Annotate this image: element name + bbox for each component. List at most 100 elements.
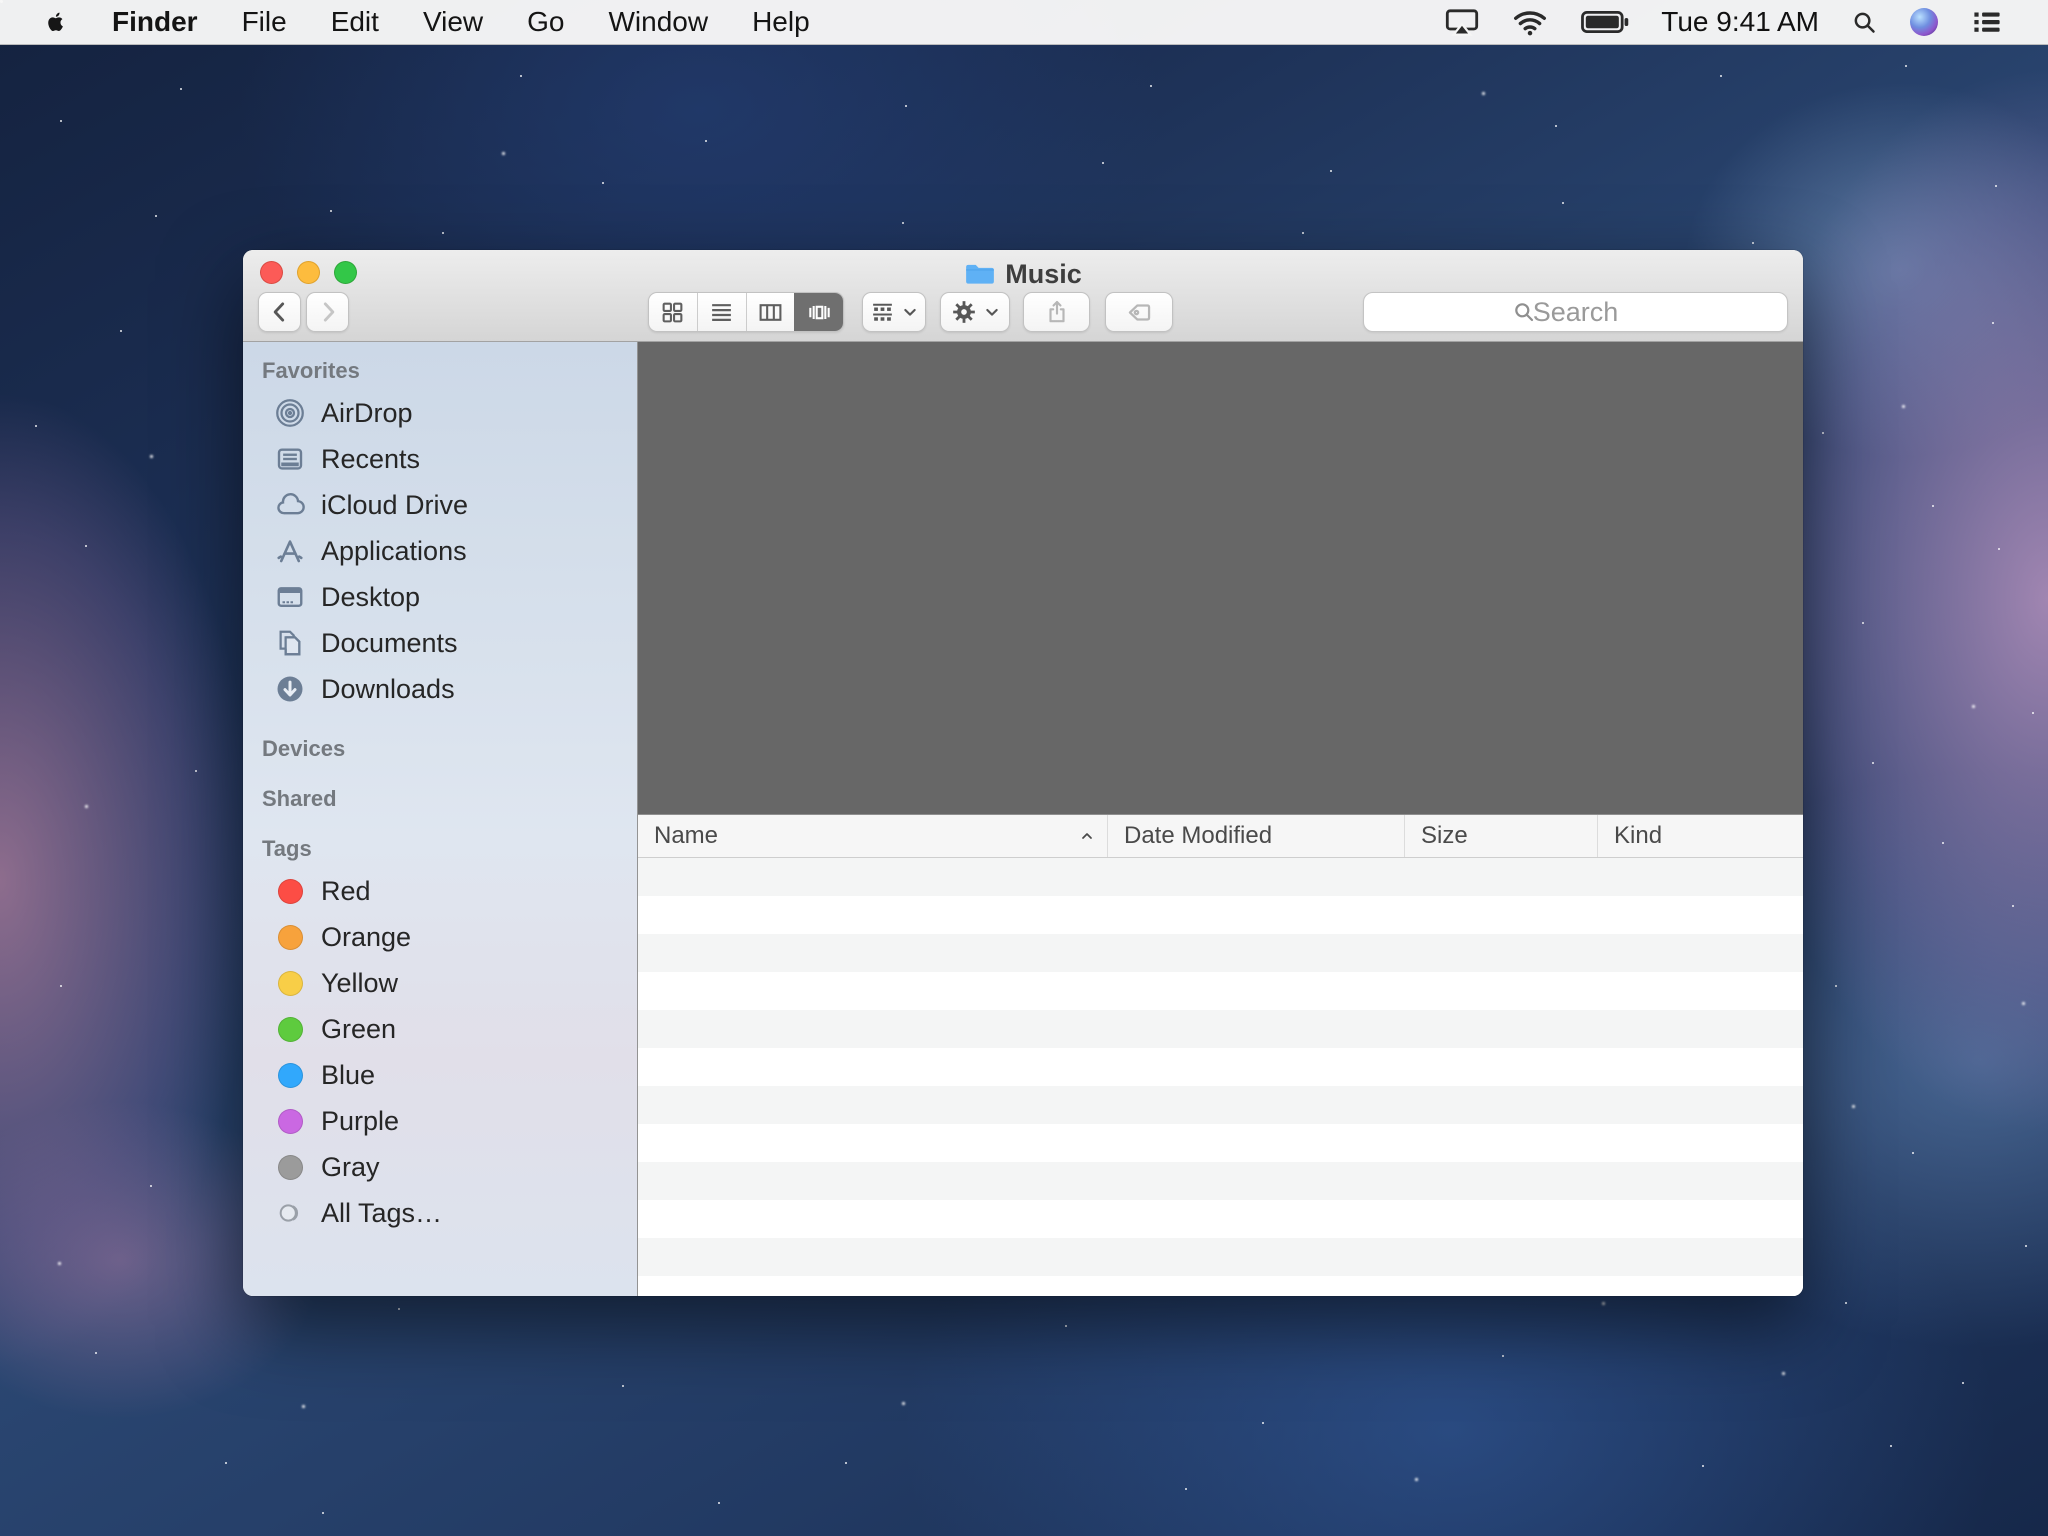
share-icon bbox=[1044, 299, 1070, 325]
menu-file[interactable]: File bbox=[242, 6, 287, 38]
airplay-icon[interactable] bbox=[1445, 8, 1479, 36]
window-titlebar: Music bbox=[243, 250, 1803, 342]
notification-center-icon[interactable] bbox=[1970, 8, 2004, 36]
column-view-button[interactable] bbox=[746, 293, 795, 331]
sidebar-section-shared: Shared bbox=[262, 786, 637, 812]
sidebar-section-favorites: Favorites bbox=[262, 358, 637, 384]
folder-icon bbox=[964, 261, 996, 287]
sidebar-item-label: Documents bbox=[321, 628, 458, 659]
menu-help[interactable]: Help bbox=[752, 6, 810, 38]
coverflow-preview-area bbox=[638, 342, 1803, 815]
list-column-headers: Name Date Modified Size Kind bbox=[638, 815, 1803, 858]
sidebar-item-desktop[interactable]: Desktop bbox=[243, 574, 637, 620]
sidebar-tag-red[interactable]: Red bbox=[243, 868, 637, 914]
wifi-icon[interactable] bbox=[1511, 7, 1549, 37]
spotlight-icon[interactable] bbox=[1851, 9, 1878, 36]
column-view-icon bbox=[758, 300, 783, 325]
arrange-icon bbox=[870, 300, 895, 325]
all-tags-icon bbox=[275, 1198, 305, 1228]
file-list-empty-area[interactable] bbox=[638, 858, 1803, 1296]
sidebar-item-label: Purple bbox=[321, 1106, 399, 1137]
sidebar-tag-blue[interactable]: Blue bbox=[243, 1052, 637, 1098]
apple-menu-icon[interactable] bbox=[42, 9, 68, 35]
finder-main-pane: Name Date Modified Size Kind bbox=[638, 342, 1803, 1296]
sidebar-item-applications[interactable]: Applications bbox=[243, 528, 637, 574]
red-tag-dot bbox=[278, 879, 303, 904]
yellow-tag-dot bbox=[278, 971, 303, 996]
sidebar-item-label: AirDrop bbox=[321, 398, 413, 429]
column-label: Date Modified bbox=[1124, 822, 1272, 850]
downloads-icon bbox=[275, 674, 305, 704]
view-mode-segmented-control bbox=[648, 292, 844, 332]
sidebar-tag-orange[interactable]: Orange bbox=[243, 914, 637, 960]
search-field-wrap bbox=[1363, 292, 1788, 332]
column-label: Name bbox=[654, 822, 718, 850]
sidebar-item-label: iCloud Drive bbox=[321, 490, 468, 521]
sidebar-tag-green[interactable]: Green bbox=[243, 1006, 637, 1052]
orange-tag-dot bbox=[278, 925, 303, 950]
sidebar-section-devices: Devices bbox=[262, 736, 637, 762]
column-label: Kind bbox=[1614, 822, 1662, 850]
documents-icon bbox=[275, 628, 305, 658]
blue-tag-dot bbox=[278, 1063, 303, 1088]
sidebar-item-label: Applications bbox=[321, 536, 467, 567]
list-view-icon bbox=[709, 300, 734, 325]
siri-icon[interactable] bbox=[1910, 8, 1938, 36]
back-button[interactable] bbox=[258, 292, 301, 332]
column-header-name[interactable]: Name bbox=[638, 815, 1108, 857]
menu-edit[interactable]: Edit bbox=[331, 6, 379, 38]
tag-button[interactable] bbox=[1105, 292, 1173, 332]
sidebar-tag-gray[interactable]: Gray bbox=[243, 1144, 637, 1190]
coverflow-view-icon bbox=[807, 300, 832, 325]
sidebar-item-label: Desktop bbox=[321, 582, 420, 613]
menu-bar: Finder File Edit View Go Window Help Tue… bbox=[0, 0, 2048, 45]
window-title-group: Music bbox=[243, 258, 1803, 290]
icon-view-icon bbox=[660, 300, 685, 325]
tag-icon bbox=[1126, 299, 1153, 326]
sidebar-item-downloads[interactable]: Downloads bbox=[243, 666, 637, 712]
sidebar-section-tags: Tags bbox=[262, 836, 637, 862]
coverflow-view-button[interactable] bbox=[794, 293, 843, 331]
search-input[interactable] bbox=[1363, 292, 1788, 332]
sidebar-item-icloud-drive[interactable]: iCloud Drive bbox=[243, 482, 637, 528]
gear-icon bbox=[951, 299, 977, 325]
menu-finder[interactable]: Finder bbox=[112, 6, 198, 38]
action-button[interactable] bbox=[940, 292, 1010, 332]
menu-go[interactable]: Go bbox=[527, 6, 564, 38]
list-view-button[interactable] bbox=[697, 293, 746, 331]
forward-button[interactable] bbox=[306, 292, 349, 332]
green-tag-dot bbox=[278, 1017, 303, 1042]
chevron-down-icon bbox=[902, 304, 918, 320]
share-button[interactable] bbox=[1023, 292, 1090, 332]
sidebar-item-label: All Tags… bbox=[321, 1198, 442, 1229]
sidebar-item-airdrop[interactable]: AirDrop bbox=[243, 390, 637, 436]
airdrop-icon bbox=[275, 398, 305, 428]
column-label: Size bbox=[1421, 822, 1468, 850]
finder-sidebar: Favorites AirDrop Recents iCloud Drive bbox=[243, 342, 638, 1296]
battery-icon[interactable] bbox=[1581, 10, 1629, 34]
sidebar-tag-purple[interactable]: Purple bbox=[243, 1098, 637, 1144]
desktop-icon bbox=[275, 582, 305, 612]
column-header-date-modified[interactable]: Date Modified bbox=[1108, 815, 1405, 857]
column-header-size[interactable]: Size bbox=[1405, 815, 1598, 857]
sidebar-item-all-tags[interactable]: All Tags… bbox=[243, 1190, 637, 1236]
sidebar-item-recents[interactable]: Recents bbox=[243, 436, 637, 482]
sidebar-tag-yellow[interactable]: Yellow bbox=[243, 960, 637, 1006]
window-title: Music bbox=[1005, 259, 1082, 290]
sidebar-item-label: Gray bbox=[321, 1152, 380, 1183]
sidebar-item-documents[interactable]: Documents bbox=[243, 620, 637, 666]
applications-icon bbox=[275, 536, 305, 566]
menu-view[interactable]: View bbox=[423, 6, 483, 38]
window-content: Favorites AirDrop Recents iCloud Drive bbox=[243, 342, 1803, 1296]
menu-window[interactable]: Window bbox=[608, 6, 708, 38]
arrange-button[interactable] bbox=[862, 292, 926, 332]
sidebar-item-label: Downloads bbox=[321, 674, 455, 705]
sidebar-item-label: Green bbox=[321, 1014, 396, 1045]
icon-view-button[interactable] bbox=[649, 293, 697, 331]
recents-icon bbox=[275, 444, 305, 474]
column-header-kind[interactable]: Kind bbox=[1598, 815, 1803, 857]
sidebar-item-label: Recents bbox=[321, 444, 420, 475]
purple-tag-dot bbox=[278, 1109, 303, 1134]
sidebar-item-label: Blue bbox=[321, 1060, 375, 1091]
menu-bar-clock[interactable]: Tue 9:41 AM bbox=[1661, 6, 1819, 38]
